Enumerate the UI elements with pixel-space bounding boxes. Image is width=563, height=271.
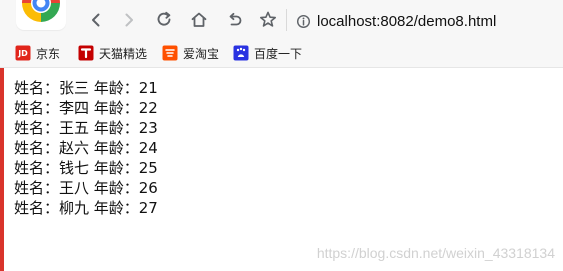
star-icon	[260, 11, 276, 27]
favorite-button[interactable]	[256, 8, 280, 32]
info-icon	[296, 14, 311, 28]
person-line: 姓名：李四 年龄：22	[14, 99, 158, 117]
bookmark-jd-label: 京东	[36, 46, 61, 61]
bookmark-tmall[interactable]: 天猫精选	[78, 43, 147, 63]
home-button[interactable]	[187, 8, 211, 32]
baidu-icon	[233, 45, 249, 61]
chevron-left-icon	[92, 13, 100, 27]
bookmarks-bar: JD 京东 天猫精选 爱淘宝 百度一下	[0, 41, 563, 65]
undo-icon	[229, 12, 242, 26]
tmall-icon	[78, 45, 94, 61]
person-line: 姓名：柳九 年龄：27	[14, 199, 158, 217]
watermark: https://blog.csdn.net/weixin_43318134	[316, 245, 555, 261]
bookmark-taobao[interactable]: 爱淘宝	[162, 43, 219, 63]
jd-icon: JD	[15, 45, 31, 61]
chevron-right-icon	[125, 13, 133, 27]
toolbar: localhost:8082/demo8.html	[0, 0, 563, 40]
toolbar-divider	[286, 9, 287, 31]
bookmark-taobao-label: 爱淘宝	[183, 46, 220, 61]
forward-button[interactable]	[117, 8, 141, 32]
browser-chrome: localhost:8082/demo8.html JD 京东 天猫精选 爱淘宝	[0, 0, 563, 68]
person-line: 姓名：王八 年龄：26	[14, 179, 158, 197]
address-bar[interactable]: localhost:8082/demo8.html	[296, 10, 563, 32]
bookmark-tmall-label: 天猫精选	[99, 46, 148, 61]
page-content: 姓名：张三 年龄：21 姓名：李四 年龄：22 姓名：王五 年龄：23 姓名：赵…	[14, 78, 534, 218]
person-line: 姓名：赵六 年龄：24	[14, 139, 158, 157]
person-line: 姓名：王五 年龄：23	[14, 119, 158, 137]
bookmark-jd[interactable]: JD 京东	[15, 43, 60, 63]
home-icon	[191, 12, 207, 27]
person-line: 姓名：张三 年龄：21	[14, 79, 158, 97]
reload-button[interactable]	[152, 8, 176, 32]
svg-text:JD: JD	[17, 49, 28, 58]
bookmark-baidu-label: 百度一下	[254, 46, 303, 61]
undo-close-tab-button[interactable]	[222, 8, 246, 32]
taobao-icon	[162, 45, 178, 61]
reload-icon	[157, 11, 171, 26]
url-text: localhost:8082/demo8.html	[317, 12, 497, 30]
person-line: 姓名：钱七 年龄：25	[14, 159, 158, 177]
back-button[interactable]	[84, 8, 108, 32]
bookmark-baidu[interactable]: 百度一下	[233, 43, 302, 63]
